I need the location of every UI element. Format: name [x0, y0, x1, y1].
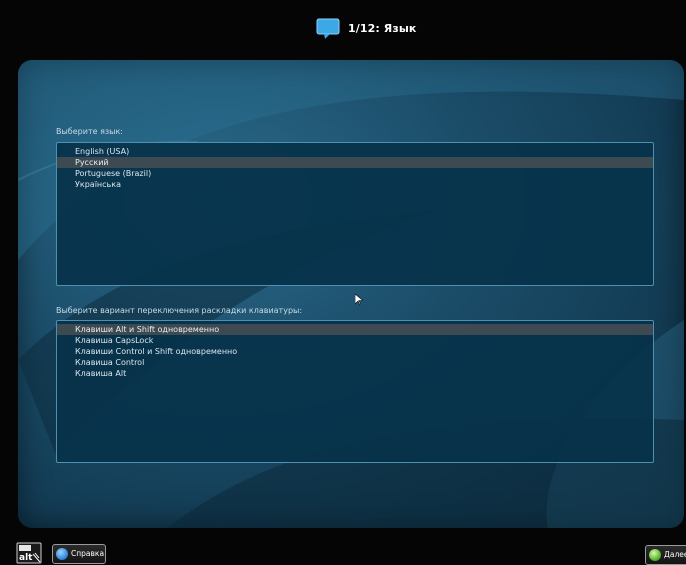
next-button-label: Далее — [664, 550, 686, 559]
help-icon — [56, 548, 68, 560]
speech-bubble-icon — [316, 18, 340, 39]
header: 1/12: Язык — [0, 0, 686, 58]
mouse-cursor-icon — [355, 294, 363, 306]
kb-option-alt[interactable]: Клавиша Alt — [57, 368, 653, 379]
language-option-russian[interactable]: Русский — [57, 157, 653, 168]
footer: alt Справка Далее — [0, 535, 686, 565]
alt-logo-text: alt — [19, 553, 33, 563]
kb-option-capslock[interactable]: Клавиша CapsLock — [57, 335, 653, 346]
help-button[interactable]: Справка — [52, 544, 106, 564]
language-option-ukrainian[interactable]: Українська — [57, 179, 653, 190]
keyboard-layout-label: Выберите вариант переключения раскладки … — [56, 306, 303, 315]
kb-option-control[interactable]: Клавиша Control — [57, 357, 653, 368]
language-option-portuguese[interactable]: Portuguese (Brazil) — [57, 168, 653, 179]
main-panel: Выберите язык: English (USA) Русский Por… — [18, 60, 684, 528]
kb-option-alt-shift[interactable]: Клавиши Alt и Shift одновременно — [57, 324, 653, 335]
help-button-label: Справка — [71, 549, 105, 558]
language-option-english[interactable]: English (USA) — [57, 146, 653, 157]
kb-option-control-shift[interactable]: Клавиши Control и Shift одновременно — [57, 346, 653, 357]
installer-screen: 1/12: Язык Выберите язык: English (USA) … — [0, 0, 686, 565]
next-arrow-icon — [649, 549, 661, 561]
step-title: 1/12: Язык — [348, 22, 417, 35]
keyboard-switch-list[interactable]: Клавиши Alt и Shift одновременно Клавиша… — [56, 320, 654, 463]
language-list[interactable]: English (USA) Русский Portuguese (Brazil… — [56, 142, 654, 286]
next-button[interactable]: Далее — [645, 545, 686, 565]
language-label: Выберите язык: — [56, 127, 123, 136]
alt-linux-logo: alt — [16, 542, 42, 564]
